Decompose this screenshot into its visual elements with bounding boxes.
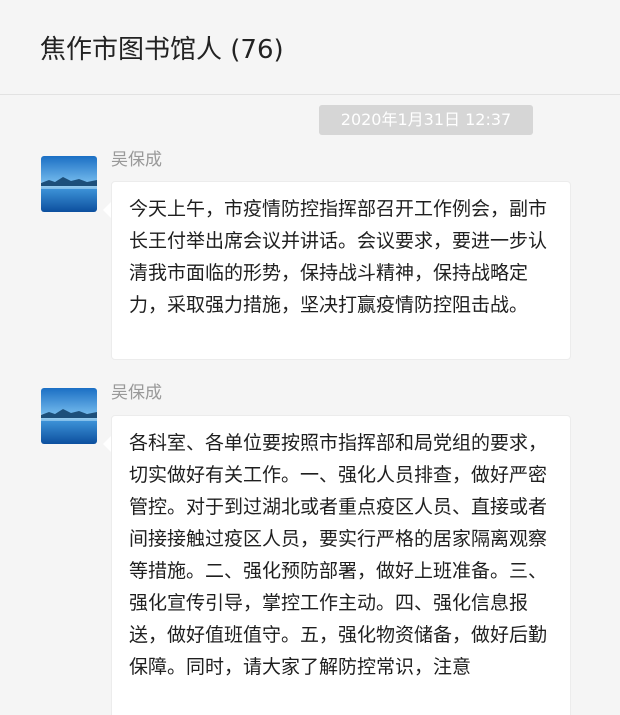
chat-window: 焦作市图书馆人 (76) 2020年1月31日 12:37 吴保成 今天上午，市… <box>0 0 620 715</box>
landscape-avatar-icon <box>41 156 97 212</box>
timestamp-badge: 2020年1月31日 12:37 <box>319 105 533 135</box>
message-bubble[interactable]: 各科室、各单位要按照市指挥部和局党组的要求，切实做好有关工作。一、强化人员排查，… <box>111 415 571 715</box>
avatar[interactable] <box>41 388 97 444</box>
landscape-avatar-icon <box>41 388 97 444</box>
bubble-arrow <box>103 436 111 452</box>
avatar[interactable] <box>41 156 97 212</box>
sender-name: 吴保成 <box>111 150 162 170</box>
chat-header: 焦作市图书馆人 (76) <box>0 0 620 95</box>
bubble-arrow <box>103 202 111 218</box>
sender-name: 吴保成 <box>111 383 162 403</box>
chat-title[interactable]: 焦作市图书馆人 (76) <box>40 33 284 67</box>
message-bubble[interactable]: 今天上午，市疫情防控指挥部召开工作例会，副市长王付举出席会议并讲话。会议要求，要… <box>111 181 571 360</box>
